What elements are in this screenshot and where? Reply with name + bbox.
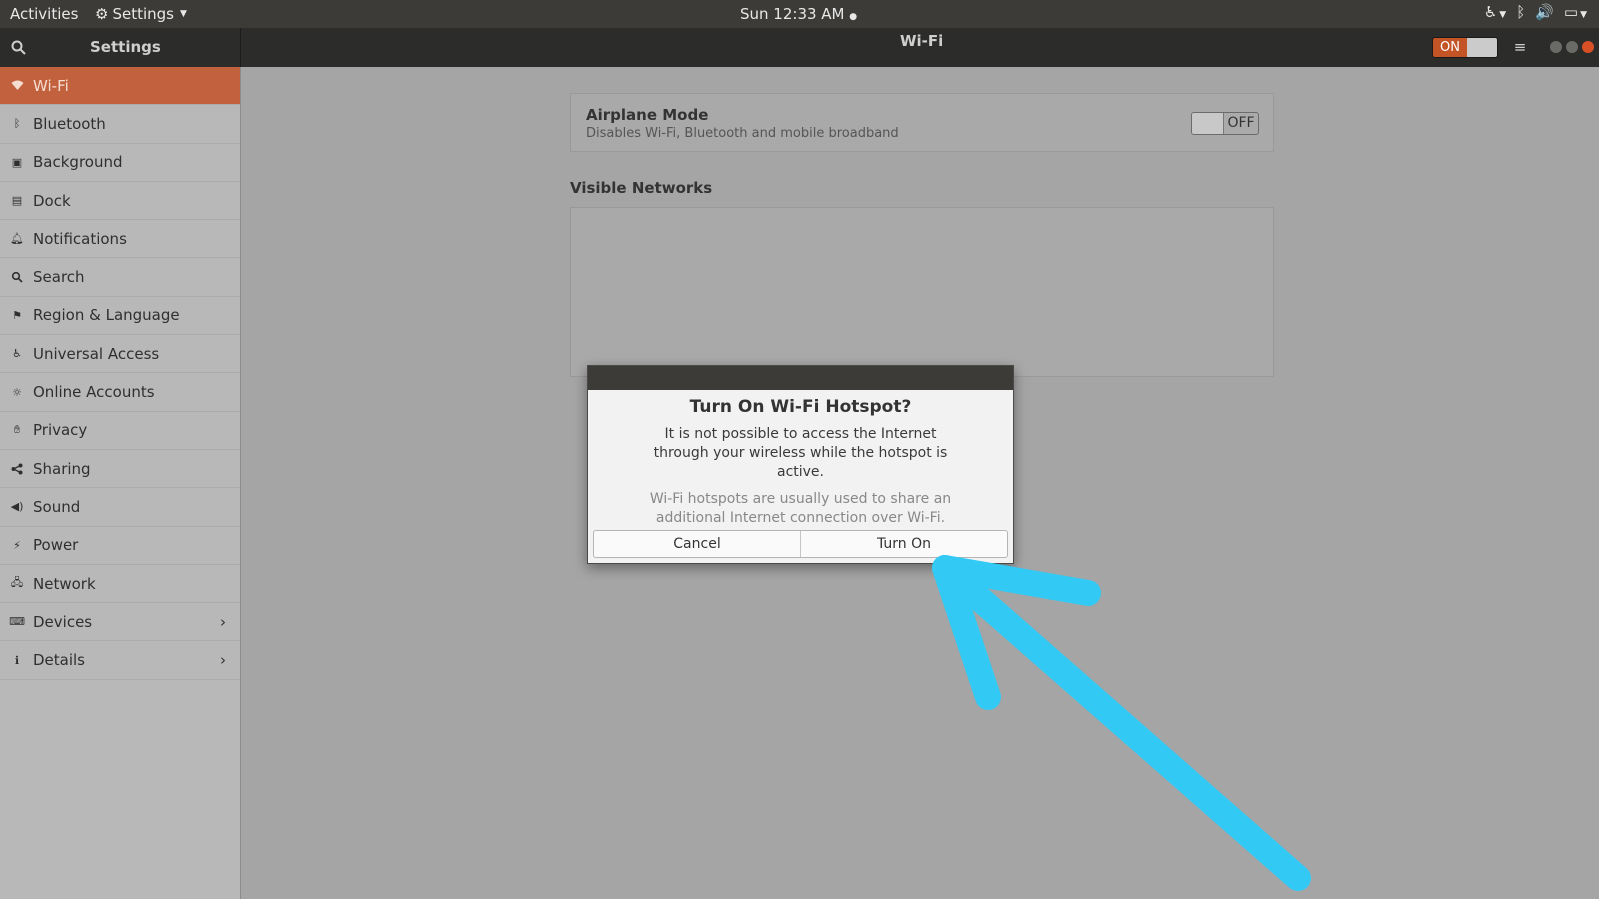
wifi-toggle[interactable]: ON [1432,37,1498,58]
header-left-title: Settings [90,38,161,56]
hamburger-menu-icon[interactable]: ≡ [1508,36,1532,58]
chevron-down-icon: ▼ [1580,10,1587,20]
system-menu[interactable]: ▭ ▼ [1564,3,1587,21]
sidebar-item-region-language[interactable]: ⚑ Region & Language [0,297,240,336]
sidebar-item-bluetooth[interactable]: ᛒ Bluetooth [0,105,240,144]
sidebar-item-label: Power [33,536,79,555]
info-icon: ℹ [14,653,20,667]
cancel-button[interactable]: Cancel [594,531,801,557]
airplane-toggle-knob [1192,113,1224,134]
sidebar-item-network[interactable]: 🖧︎ Network [0,565,240,604]
sidebar-item-devices[interactable]: ⌨ Devices › [0,603,240,642]
background-icon: ▣ [11,155,23,169]
sidebar-item-label: Universal Access [33,344,160,363]
activities-button[interactable]: Activities [10,5,78,23]
system-tray: ♿ ▼ ᛒ 🔊 ▭ ▼ [1484,3,1587,21]
gear-icon: ⚙ [95,5,109,23]
network-icon: 🖧︎ [10,576,24,589]
search-icon[interactable] [10,39,28,57]
sidebar-item-label: Online Accounts [33,383,155,402]
clock[interactable]: Sun 12:33 AM ● [740,5,857,23]
wifi-icon [10,79,24,93]
chevron-down-icon: ▼ [1499,10,1507,20]
clock-label: Sun 12:33 AM [740,5,845,23]
airplane-mode-title: Airplane Mode [586,106,709,124]
wifi-toggle-knob [1467,38,1497,57]
sidebar-item-label: Sharing [33,459,91,478]
sidebar-item-label: Wi-Fi [33,76,69,95]
sidebar-item-label: Background [33,153,123,172]
sidebar-item-universal-access[interactable]: ♿ Universal Access [0,335,240,374]
sidebar-item-sharing[interactable]: Sharing [0,450,240,489]
airplane-toggle-label: OFF [1227,115,1255,131]
speaker-icon: ◀) [10,500,24,514]
hotspot-dialog: Turn On Wi-Fi Hotspot? It is not possibl… [587,365,1014,564]
airplane-mode-toggle[interactable]: OFF [1191,112,1259,135]
search-icon [10,270,24,284]
dialog-title: Turn On Wi-Fi Hotspot? [689,397,912,417]
page-title: Wi-Fi [900,32,944,50]
sidebar-item-power[interactable]: ⚡ Power [0,527,240,565]
flag-icon: ⚑ [12,308,22,322]
volume-icon[interactable]: 🔊 [1535,3,1554,21]
visible-networks-list [570,207,1274,377]
online-accounts-icon: ☼ [12,385,22,399]
chevron-right-icon: › [220,651,226,670]
airplane-mode-subtitle: Disables Wi-Fi, Bluetooth and mobile bro… [586,126,899,141]
sidebar-item-label: Sound [33,497,81,516]
hand-icon: ✋︎ [13,423,21,437]
sidebar-item-label: Privacy [33,421,88,440]
airplane-mode-row: Airplane Mode Disables Wi-Fi, Bluetooth … [570,93,1274,152]
devices-icon: ⌨ [9,615,25,629]
sidebar-item-notifications[interactable]: 🔔︎ Notifications [0,220,240,259]
power-icon: ⚡ [13,538,21,552]
sidebar-item-privacy[interactable]: ✋︎ Privacy [0,412,240,450]
dialog-titlebar[interactable] [588,366,1013,390]
chevron-down-icon: ▼ [179,9,187,19]
accessibility-menu[interactable]: ♿ ▼ [1484,3,1506,21]
maximize-button[interactable] [1566,41,1578,53]
sidebar-item-details[interactable]: ℹ Details › [0,641,240,680]
sidebar-item-search[interactable]: Search [0,258,240,297]
bluetooth-icon: ᛒ [13,117,21,131]
sidebar-item-label: Dock [33,191,71,210]
sidebar-item-label: Region & Language [33,306,180,325]
wifi-toggle-label: ON [1433,38,1467,57]
dialog-buttons: Cancel Turn On [593,530,1008,558]
top-panel: Activities ⚙ Settings ▼ Sun 12:33 AM ● ♿… [0,0,1599,28]
accessibility-icon: ♿ [1483,3,1498,21]
visible-networks-heading: Visible Networks [570,179,713,197]
chevron-right-icon: › [220,613,226,632]
sidebar-item-sound[interactable]: ◀) Sound [0,488,240,527]
dialog-message: It is not possible to access the Interne… [653,426,948,480]
battery-icon: ▭ [1563,3,1579,21]
bluetooth-icon[interactable]: ᛒ [1516,3,1525,21]
dialog-secondary-message: Wi-Fi hotspots are usually used to share… [649,491,952,526]
accessibility-icon: ♿ [12,347,22,361]
dock-icon: ▤ [11,194,23,208]
sidebar-item-wifi[interactable]: Wi-Fi [0,67,240,106]
sidebar-item-label: Notifications [33,229,127,248]
sidebar-item-label: Devices [33,612,93,631]
notification-dot-icon: ● [849,12,858,22]
share-icon [10,462,24,476]
sidebar-item-label: Details [33,651,86,670]
sidebar-item-background[interactable]: ▣ Background [0,144,240,182]
sidebar-item-label: Search [33,268,85,287]
sidebar-item-label: Bluetooth [33,114,106,133]
app-menu[interactable]: ⚙ Settings ▼ [95,5,187,23]
sidebar-item-dock[interactable]: ▤ Dock [0,182,240,221]
header-bar: Settings Wi-Fi ON ≡ [0,28,1599,67]
header-left-pane: Settings [0,28,241,67]
close-button[interactable] [1582,41,1594,53]
bell-icon: 🔔︎ [10,232,24,246]
sidebar-item-label: Network [33,574,96,593]
turn-on-button[interactable]: Turn On [801,531,1007,557]
minimize-button[interactable] [1550,41,1562,53]
app-menu-label: Settings [112,5,174,23]
sidebar-item-online-accounts[interactable]: ☼ Online Accounts [0,373,240,412]
sidebar: Wi-Fi ᛒ Bluetooth ▣ Background ▤ Dock 🔔︎… [0,67,241,899]
